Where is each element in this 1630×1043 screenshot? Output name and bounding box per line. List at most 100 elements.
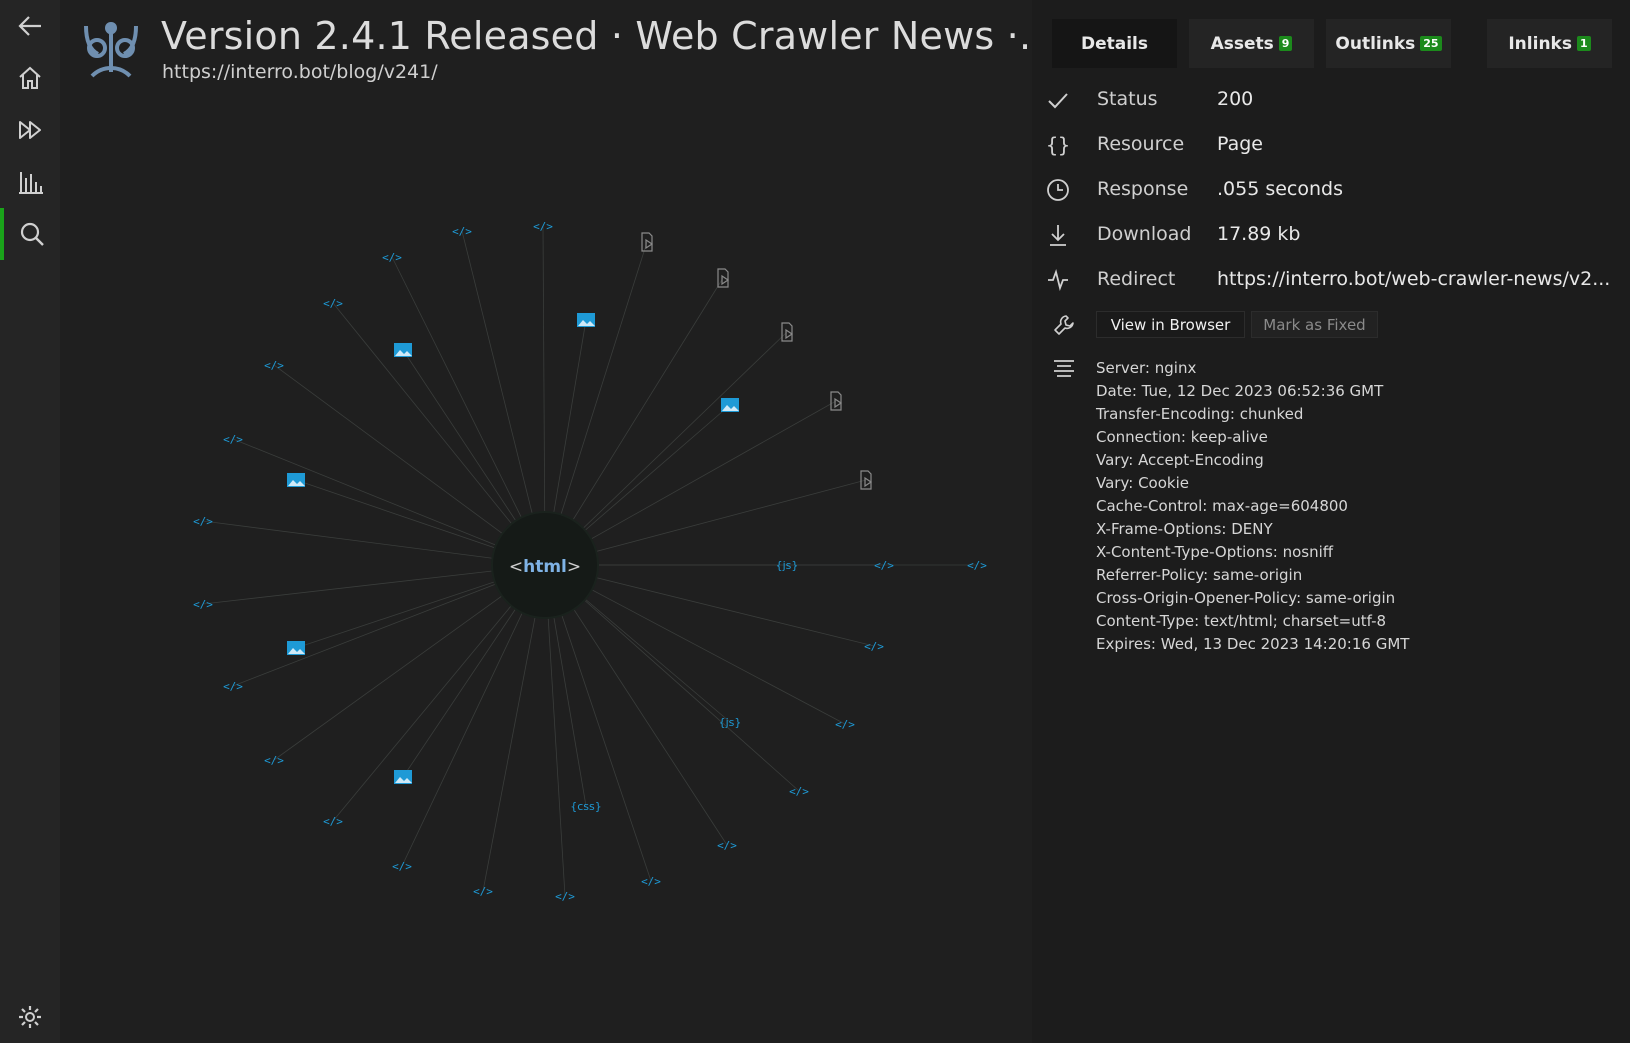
header-line: Cross-Origin-Opener-Policy: same-origin [1096,589,1396,607]
page-node-icon[interactable]: </> [641,875,661,888]
image-node-icon[interactable] [287,641,305,655]
page-node-icon[interactable]: </> [323,815,343,828]
tab-outlinks-label: Outlinks [1335,33,1416,54]
detail-row-resource: {} Resource Page [1032,125,1630,165]
main-area: Version 2.4.1 Released · Web Crawler New… [60,0,1056,1043]
header-line: Vary: Accept-Encoding [1096,451,1264,469]
page-node-icon[interactable]: </> [533,220,553,233]
js-node-icon[interactable]: {js} [719,716,742,729]
response-label: Response [1097,178,1189,200]
page-node-icon[interactable]: </> [193,515,213,528]
search-icon [20,222,44,246]
svg-text:</>: </> [641,875,661,888]
page-node-icon[interactable]: </> [473,885,493,898]
header-line: Referrer-Policy: same-origin [1096,566,1303,584]
lines-icon [1054,360,1074,377]
header-line: Date: Tue, 12 Dec 2023 06:52:36 GMT [1096,382,1384,400]
svg-text:</>: </> [717,839,737,852]
svg-text:{css}: {css} [570,800,602,813]
details-panel: Details Assets 9 Outlinks 25 Inlinks 1 S… [1032,0,1630,1043]
detail-row-download: Download 17.89 kb [1032,215,1630,255]
page-node-icon[interactable]: </> [193,598,213,611]
js-node-icon[interactable]: {js} [776,559,799,572]
back-button[interactable] [0,0,60,52]
page-node-icon[interactable]: </> [555,890,575,903]
detail-row-redirect: Redirect https://interro.bot/web-crawler… [1032,260,1630,300]
image-node-icon[interactable] [721,398,739,412]
header-line: X-Content-Type-Options: nosniff [1096,543,1334,561]
search-button[interactable] [0,208,60,260]
view-in-browser-button[interactable]: View in Browser [1096,311,1245,338]
mark-as-fixed-button[interactable]: Mark as Fixed [1251,311,1378,338]
tab-assets[interactable]: Assets 9 [1189,19,1314,68]
link-graph[interactable]: </> </> </> </> </> </> </> </> </> </> </> </> </> <… [60,0,1032,1043]
page-node-icon[interactable]: </> [392,860,412,873]
home-button[interactable] [0,52,60,104]
header-line: Content-Type: text/html; charset=utf-8 [1096,612,1387,630]
download-value: 17.89 kb [1217,223,1301,245]
image-node-icon[interactable] [577,313,595,327]
svg-text:</>: </> [533,220,553,233]
header-line: Cache-Control: max-age=604800 [1096,497,1348,515]
css-node-icon[interactable]: {css} [570,800,602,813]
status-label: Status [1097,88,1158,110]
resource-value: Page [1217,133,1263,155]
header-line: Expires: Wed, 13 Dec 2023 14:20:16 GMT [1096,635,1410,653]
redirect-value[interactable]: https://interro.bot/web-crawler-news/v2.… [1217,268,1617,290]
tab-outlinks-badge: 25 [1420,36,1442,51]
check-icon [1048,93,1068,109]
svg-text:</>: </> [382,251,402,264]
header-line: Server: nginx [1096,359,1197,377]
svg-text:</>: </> [555,890,575,903]
svg-text:</>: </> [193,598,213,611]
page-node-icon[interactable]: </> [789,785,809,798]
resource-label: Resource [1097,133,1185,155]
home-icon [19,66,41,89]
sidebar [0,0,60,1043]
tab-details[interactable]: Details [1052,19,1177,68]
page-node-icon[interactable]: </> [264,754,284,767]
page-node-icon[interactable]: </> [835,718,855,731]
crawl-button[interactable] [0,104,60,156]
header-line: X-Frame-Options: DENY [1096,520,1273,538]
tab-outlinks[interactable]: Outlinks 25 [1326,19,1451,68]
svg-text:</>: </> [392,860,412,873]
tab-inlinks-label: Inlinks [1508,33,1572,54]
detail-row-response: Response .055 seconds [1032,170,1630,210]
detail-row-status: Status 200 [1032,80,1630,120]
page-node-icon[interactable]: </> [967,559,987,572]
page-node-icon[interactable]: </> [264,359,284,372]
tab-inlinks[interactable]: Inlinks 1 [1487,19,1612,68]
svg-text:</>: </> [323,297,343,310]
svg-text:{js}: {js} [719,716,742,729]
page-node-icon[interactable]: </> [717,839,737,852]
arrow-left-icon [18,16,41,36]
svg-text:</>: </> [789,785,809,798]
page-node-icon[interactable]: </> [452,225,472,238]
svg-text:</>: </> [223,433,243,446]
svg-text:</>: </> [864,640,884,653]
page-node-icon[interactable]: </> [874,559,894,572]
redirect-label: Redirect [1097,268,1176,290]
page-node-icon[interactable]: </> [382,251,402,264]
settings-button[interactable] [0,991,60,1043]
page-node-icon[interactable]: </> [323,297,343,310]
page-node-icon[interactable]: </> [223,680,243,693]
header-line: Transfer-Encoding: chunked [1096,405,1304,423]
svg-text:</>: </> [193,515,213,528]
fast-forward-icon [19,121,41,139]
page-node-icon[interactable]: </> [864,640,884,653]
tab-assets-label: Assets [1210,33,1274,54]
reports-button[interactable] [0,156,60,208]
tab-inlinks-badge: 1 [1576,36,1591,51]
image-node-icon[interactable] [287,473,305,487]
image-node-icon[interactable] [394,343,412,357]
tab-details-label: Details [1080,33,1148,54]
header-line: Connection: keep-alive [1096,428,1268,446]
image-node-icon[interactable] [394,770,412,784]
page-node-icon[interactable]: </> [223,433,243,446]
svg-text:{js}: {js} [776,559,799,572]
download-label: Download [1097,223,1192,245]
svg-text:</>: </> [264,359,284,372]
download-icon [1050,225,1066,246]
